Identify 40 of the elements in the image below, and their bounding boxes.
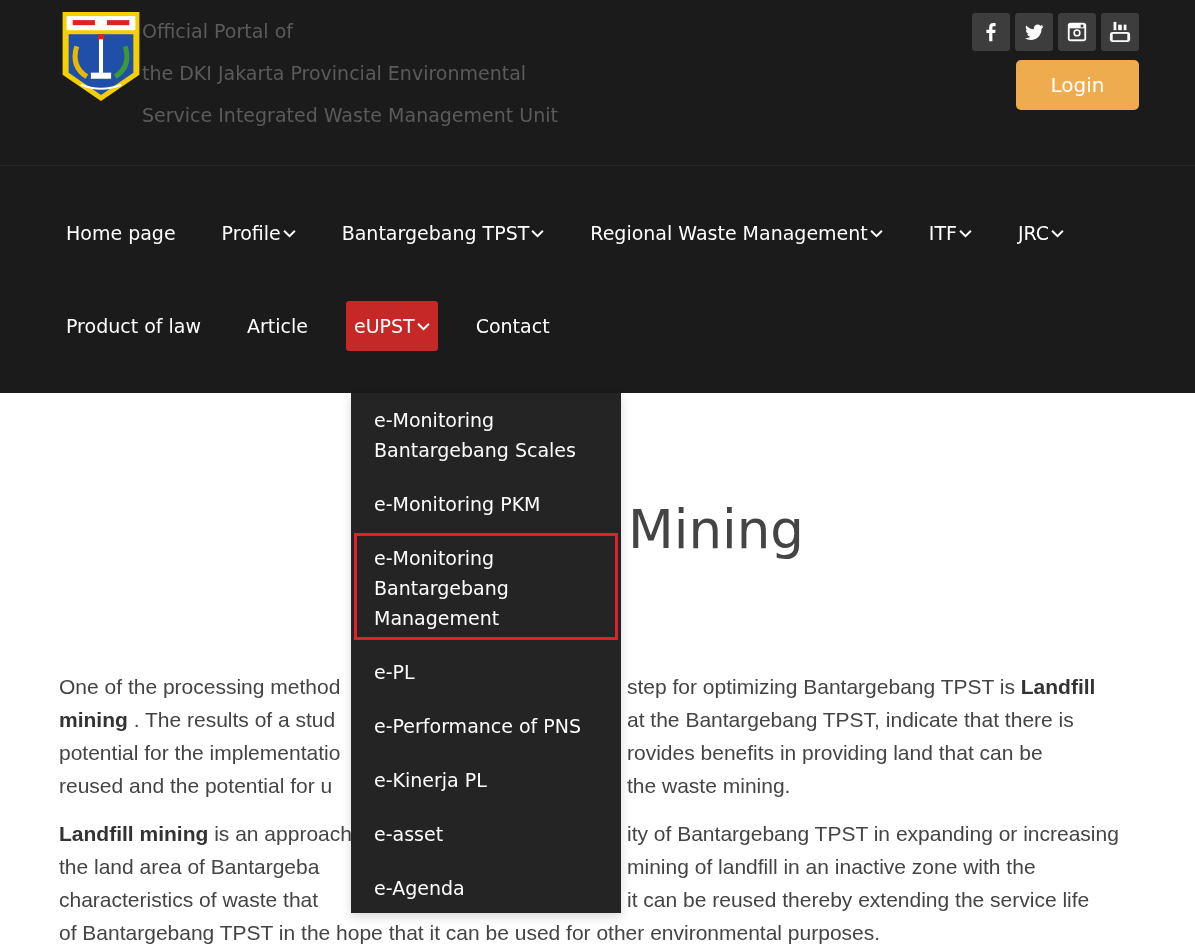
nav-menu-item[interactable]: ITF <box>920 208 980 258</box>
twitter-icon[interactable] <box>1015 13 1053 51</box>
paragraph-text: the land area of Bantargeba <box>59 854 321 880</box>
portal-title-line: the DKI Jakarta Provincial Environmental <box>142 61 528 86</box>
portal-title-line: Service Integrated Waste Management Unit <box>142 103 558 128</box>
paragraph-text: it can be reused thereby extending the service life <box>627 887 1090 913</box>
paragraph-text: at the Bantargebang TPST, indicate that there is <box>627 707 1074 733</box>
instagram-icon[interactable] <box>1058 13 1096 51</box>
paragraph-text: One of the processing method <box>59 674 342 700</box>
paragraph-text: rovides benefits in providing land that can be <box>627 740 1043 766</box>
paragraph-text: ity of Bantargebang TPST in expanding or increasing <box>627 821 1119 847</box>
nav-menu-item[interactable]: Regional Waste Management <box>582 208 891 258</box>
nav-menu-item[interactable]: Bantargebang TPST <box>333 208 553 258</box>
nav-menu-item[interactable]: Profile <box>213 208 304 258</box>
article-title: Mining <box>628 498 804 562</box>
nav-menu-item[interactable]: Contact <box>467 301 558 351</box>
paragraph-text: Landfill mining is an approach <box>59 821 351 847</box>
dropdown-menu-item[interactable]: e-Agenda <box>351 873 621 903</box>
paragraph-text: the waste mining. <box>627 773 791 799</box>
dropdown-menu-item[interactable]: e-asset <box>351 819 621 849</box>
paragraph-text: mining . The results of a stud <box>59 707 337 733</box>
nav-menu-item[interactable]: Product of law <box>58 301 209 351</box>
dropdown-menu-item[interactable]: e-Monitoring Bantargebang Scales <box>351 405 621 465</box>
dropdown-menu-item[interactable]: e-Performance of PNS <box>351 711 621 741</box>
paragraph-text: reused and the potential for u <box>59 773 334 799</box>
paragraph-text: potential for the implementatio <box>59 740 342 766</box>
nav-menu-item[interactable]: Article <box>239 301 316 351</box>
dropdown-menu-item[interactable]: e-Monitoring PKM <box>351 489 621 519</box>
portal-title-line: Official Portal of <box>142 19 295 44</box>
nav-menu-item[interactable]: Home page <box>58 208 184 258</box>
paragraph-text: step for optimizing Bantargebang TPST is Landfill <box>627 674 1096 700</box>
dropdown-menu-item[interactable]: e-Monitoring Bantargebang Management <box>354 533 618 640</box>
paragraph-text: of Bantargebang TPST in the hope that it can be used for other environmental purposes. <box>59 920 881 946</box>
facebook-icon[interactable] <box>972 13 1010 51</box>
paragraph-text: mining of landfill in an inactive zone with the <box>627 854 1036 880</box>
nav-menu-item[interactable]: eUPST <box>345 301 438 351</box>
paragraph-text: characteristics of waste that <box>59 887 320 913</box>
nav-menu-item[interactable]: JRC <box>1009 208 1073 258</box>
dropdown-menu-item[interactable]: e-Kinerja PL <box>351 765 621 795</box>
dropdown-menu-item[interactable]: e-PL <box>351 657 621 687</box>
